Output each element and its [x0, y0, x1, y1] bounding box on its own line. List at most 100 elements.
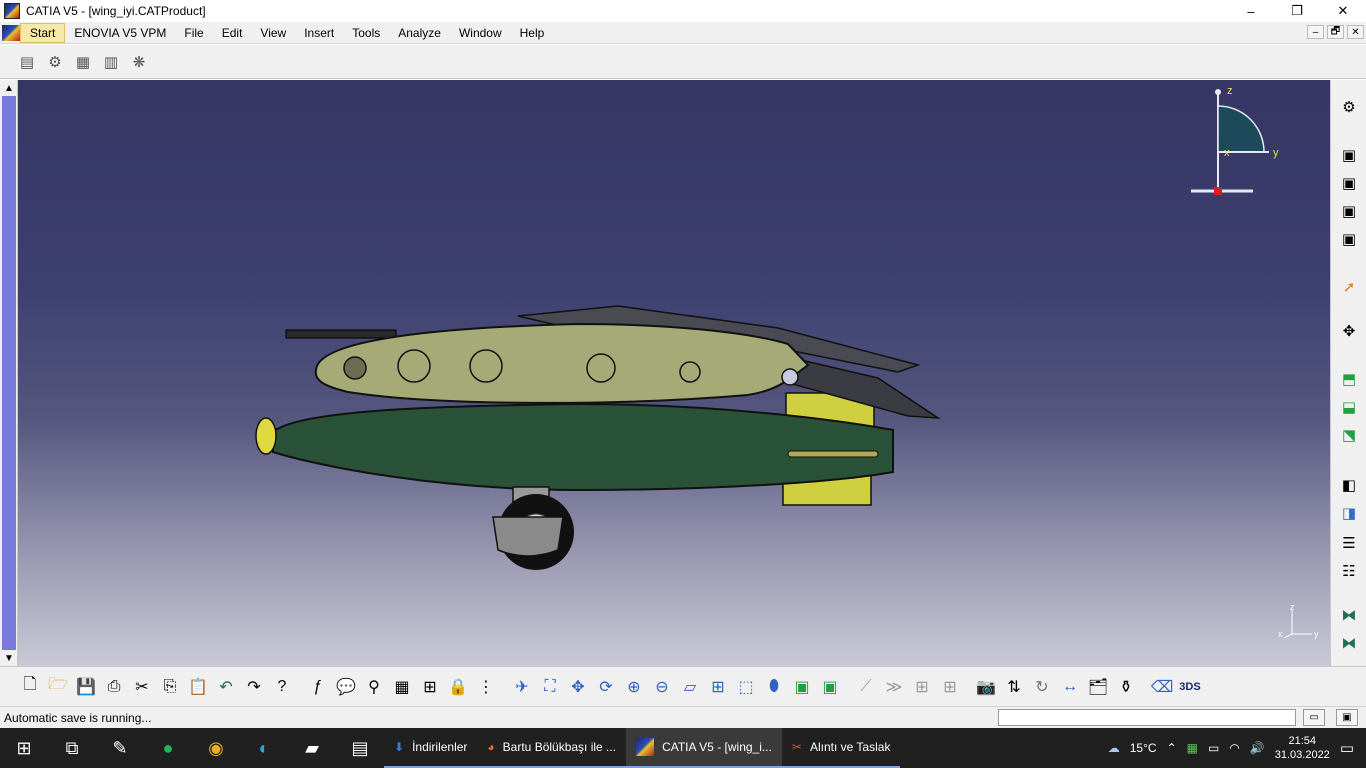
doc-minimize-button[interactable]: –: [1307, 25, 1324, 39]
enhanced-scene-icon[interactable]: ⧓: [1338, 632, 1360, 654]
minimize-button[interactable]: –: [1228, 0, 1274, 22]
explode-icon[interactable]: ⬒: [1338, 368, 1360, 390]
maximize-button[interactable]: ❐: [1274, 0, 1320, 22]
gears-icon[interactable]: ⚙: [1338, 96, 1360, 118]
formula-icon[interactable]: ƒ: [304, 673, 332, 701]
menu-view[interactable]: View: [251, 23, 295, 43]
iso-view-icon[interactable]: ⬚: [732, 673, 760, 701]
measure-inertia-icon[interactable]: ⊞: [936, 673, 964, 701]
zoom-in-icon[interactable]: ⊕: [620, 673, 648, 701]
constraint-offset-icon[interactable]: ▣: [1338, 200, 1360, 222]
hide-show-icon[interactable]: ▣: [788, 673, 816, 701]
task-view-icon[interactable]: ⧉: [48, 728, 96, 768]
capture-icon[interactable]: 📷: [972, 673, 1000, 701]
swap-space-icon[interactable]: ▣: [816, 673, 844, 701]
close-button[interactable]: ✕: [1320, 0, 1366, 22]
chrome-icon[interactable]: ◉: [192, 728, 240, 768]
shading-icon[interactable]: ⬮: [760, 673, 788, 701]
constraint-contact-icon[interactable]: ▣: [1338, 172, 1360, 194]
fly-mode-icon[interactable]: ✈: [508, 673, 536, 701]
pinned-app-icon[interactable]: ✎: [96, 728, 144, 768]
sectioning-icon[interactable]: ◨: [1338, 502, 1360, 524]
menu-edit[interactable]: Edit: [213, 23, 252, 43]
windows-start-icon[interactable]: ⊞: [0, 728, 48, 768]
menu-help[interactable]: Help: [511, 23, 554, 43]
whats-this-icon[interactable]: ?: [268, 673, 296, 701]
menu-window[interactable]: Window: [450, 23, 511, 43]
generate-numbering-icon[interactable]: ☷: [1338, 560, 1360, 582]
snap-icon[interactable]: ⬓: [1338, 396, 1360, 418]
measure-between-icon[interactable]: ≫: [880, 673, 908, 701]
taskbar-app-snip[interactable]: ✂ Alıntı ve Taslak: [781, 728, 901, 768]
bottle-icon[interactable]: ⚱: [1112, 673, 1140, 701]
smart-move-icon[interactable]: ⬔: [1338, 424, 1360, 446]
edge-icon[interactable]: ◐: [240, 728, 288, 768]
pinned-app-3-icon[interactable]: ▤: [336, 728, 384, 768]
scenes-icon[interactable]: ⧓: [1338, 604, 1360, 626]
weather-cloud-icon[interactable]: ☁: [1108, 741, 1120, 755]
copy-icon[interactable]: ⎘: [156, 673, 184, 701]
print-icon[interactable]: ⎙: [100, 673, 128, 701]
graph-tree-reorder-icon[interactable]: ❋: [128, 51, 150, 73]
select-arrow-icon[interactable]: ➚: [1338, 276, 1360, 298]
product-structure-icon[interactable]: ▤: [16, 51, 38, 73]
compass-widget[interactable]: z y x: [1183, 84, 1293, 200]
multi-view-icon[interactable]: ⊞: [704, 673, 732, 701]
redo-icon[interactable]: ↷: [240, 673, 268, 701]
measure-item-icon[interactable]: ⊞: [908, 673, 936, 701]
spotify-icon[interactable]: ●: [144, 728, 192, 768]
existing-component-icon[interactable]: ▦: [72, 51, 94, 73]
cut-icon[interactable]: ✂: [128, 673, 156, 701]
wifi-icon[interactable]: ◠: [1229, 741, 1239, 755]
refresh-icon[interactable]: ↻: [1028, 673, 1056, 701]
status-button-1[interactable]: ▭: [1303, 709, 1325, 726]
volume-icon[interactable]: 🔊: [1250, 741, 1265, 755]
tree-expand-icon[interactable]: ⋮: [472, 673, 500, 701]
paste-icon[interactable]: 📋: [184, 673, 212, 701]
sketch-analysis-icon[interactable]: ⟋: [852, 673, 880, 701]
bill-of-material-icon[interactable]: ☰: [1338, 532, 1360, 554]
scroll-up-arrow-icon[interactable]: ▲: [3, 82, 15, 94]
menu-start[interactable]: Start: [20, 22, 66, 43]
undo-icon[interactable]: ↶: [212, 673, 240, 701]
menu-insert[interactable]: Insert: [295, 23, 343, 43]
taskbar-app-firefox[interactable]: ◕ Bartu Bölükbaşı ile ...: [477, 728, 627, 768]
clash-icon[interactable]: ◧: [1338, 474, 1360, 496]
weather-temp[interactable]: 15°C: [1130, 741, 1157, 755]
taskbar-app-catia[interactable]: CATIA V5 - [wing_i...: [626, 728, 782, 768]
notification-icon[interactable]: ▭: [1340, 739, 1354, 757]
catalog-browser-icon[interactable]: 🗂: [1084, 673, 1112, 701]
replace-component-icon[interactable]: ▥: [100, 51, 122, 73]
manipulation-icon[interactable]: ✥: [1338, 320, 1360, 342]
taskbar-app-downloads[interactable]: ⬇ İndirilenler: [384, 728, 478, 768]
knowledge-icon[interactable]: 💬: [332, 673, 360, 701]
lock-icon[interactable]: 🔒: [444, 673, 472, 701]
vertical-scrollbar[interactable]: ▲ ▼: [0, 80, 18, 666]
fit-all-icon[interactable]: ⛶: [536, 673, 564, 701]
clock[interactable]: 21:54 31.03.2022: [1275, 734, 1330, 762]
tray-app-icon[interactable]: ▦: [1187, 741, 1198, 755]
scrollbar-thumb[interactable]: [2, 96, 16, 650]
measure-icon[interactable]: ↔: [1056, 673, 1084, 701]
doc-close-button[interactable]: ✕: [1347, 25, 1364, 39]
lock-param-icon[interactable]: ⚲: [360, 673, 388, 701]
new-icon[interactable]: 🗋: [16, 673, 44, 701]
catalog-icon[interactable]: ▦: [388, 673, 416, 701]
catia-start-icon[interactable]: [2, 24, 20, 41]
menu-enovia[interactable]: ENOVIA V5 VPM: [65, 23, 175, 43]
doc-restore-button[interactable]: 🗗: [1327, 25, 1344, 39]
pan-icon[interactable]: ✥: [564, 673, 592, 701]
chevron-up-icon[interactable]: ⌃: [1167, 741, 1177, 755]
menu-file[interactable]: File: [175, 23, 212, 43]
save-icon[interactable]: 💾: [72, 673, 100, 701]
eraser-icon[interactable]: ⌫: [1148, 673, 1176, 701]
constraint-coincidence-icon[interactable]: ▣: [1338, 144, 1360, 166]
hierarchy-icon[interactable]: ⊞: [416, 673, 444, 701]
pinned-app-2-icon[interactable]: ▰: [288, 728, 336, 768]
menu-tools[interactable]: Tools: [343, 23, 389, 43]
open-icon[interactable]: 🗁: [44, 673, 72, 701]
status-button-2[interactable]: ▣: [1336, 709, 1358, 726]
scroll-down-arrow-icon[interactable]: ▼: [3, 652, 15, 664]
component-icon[interactable]: ⚙: [44, 51, 66, 73]
normal-view-icon[interactable]: ⏥: [676, 673, 704, 701]
